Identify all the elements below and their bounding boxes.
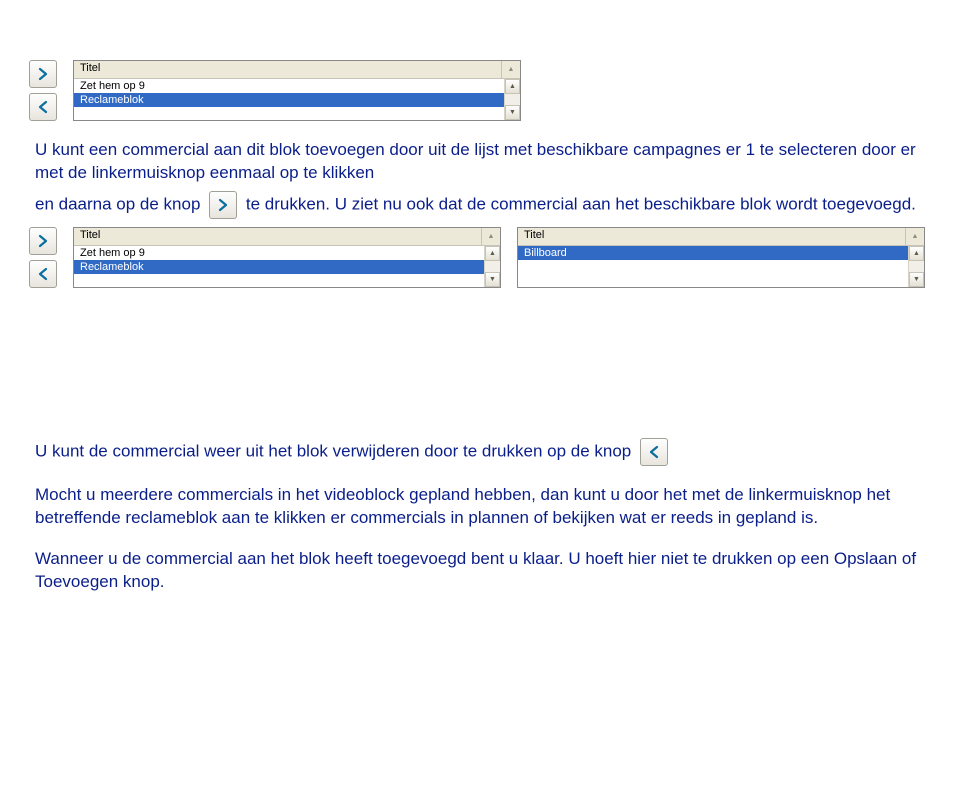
move-right-button[interactable]: [29, 60, 57, 88]
listblock-left: Titel ▲ Zet hem op 9 Reclameblok ▲ ▼: [29, 227, 501, 288]
paragraph-3: Mocht u meerdere commercials in het vide…: [35, 484, 925, 530]
listbox-rows[interactable]: Billboard: [518, 246, 908, 287]
scroll-up-button[interactable]: ▲: [485, 246, 500, 261]
scrollbar[interactable]: ▲ ▼: [484, 246, 500, 287]
arrow-column: [29, 60, 65, 121]
listbox-body: Zet hem op 9 Reclameblok ▲ ▼: [74, 246, 500, 287]
scroll-up-button[interactable]: ▲: [505, 79, 520, 94]
two-list-row: Titel ▲ Zet hem op 9 Reclameblok ▲ ▼: [29, 227, 925, 288]
move-left-button[interactable]: [29, 260, 57, 288]
paragraph-1a: U kunt een commercial aan dit blok toevo…: [35, 139, 925, 185]
move-left-button[interactable]: [29, 93, 57, 121]
scroll-down-button[interactable]: ▼: [485, 272, 500, 287]
listbox-right[interactable]: Titel ▲ Billboard ▲ ▼: [517, 227, 925, 288]
sort-asc-icon: ▲: [482, 228, 500, 245]
list-item[interactable]: Zet hem op 9: [74, 79, 504, 93]
listbox-rows[interactable]: Zet hem op 9 Reclameblok: [74, 79, 504, 120]
text-before-icon: U kunt de commercial weer uit het blok v…: [35, 441, 631, 460]
listblock-available: Titel ▲ Zet hem op 9 Reclameblok ▲ ▼: [29, 60, 925, 121]
listbox-body: Billboard ▲ ▼: [518, 246, 924, 287]
scroll-down-button[interactable]: ▼: [505, 105, 520, 120]
paragraph-4: Wanneer u de commercial aan het blok hee…: [35, 548, 925, 594]
column-header-titel[interactable]: Titel: [74, 228, 482, 245]
column-header-titel[interactable]: Titel: [518, 228, 906, 245]
list-item[interactable]: Zet hem op 9: [74, 246, 484, 260]
list-item[interactable]: Reclameblok: [74, 93, 504, 107]
column-header-titel[interactable]: Titel: [74, 61, 502, 78]
scroll-up-button[interactable]: ▲: [909, 246, 924, 261]
sort-asc-icon: ▲: [906, 228, 924, 245]
list-item[interactable]: Reclameblok: [74, 260, 484, 274]
scrollbar[interactable]: ▲ ▼: [908, 246, 924, 287]
move-right-button[interactable]: [29, 227, 57, 255]
paragraph-1b: en daarna op de knop te drukken. U ziet …: [35, 191, 925, 219]
scrollbar[interactable]: ▲ ▼: [504, 79, 520, 120]
move-right-button-inline[interactable]: [209, 191, 237, 219]
listbox-body: Zet hem op 9 Reclameblok ▲ ▼: [74, 79, 520, 120]
listbox-rows[interactable]: Zet hem op 9 Reclameblok: [74, 246, 484, 287]
text-before-icon: en daarna op de knop: [35, 194, 200, 213]
arrow-column: [29, 227, 65, 288]
sort-asc-icon: ▲: [502, 61, 520, 78]
document-page: Titel ▲ Zet hem op 9 Reclameblok ▲ ▼ U k…: [0, 0, 960, 635]
text-after-icon: te drukken. U ziet nu ook dat de commerc…: [246, 194, 916, 213]
listbox-header[interactable]: Titel ▲: [518, 228, 924, 246]
listbox-left[interactable]: Titel ▲ Zet hem op 9 Reclameblok ▲ ▼: [73, 227, 501, 288]
move-left-button-inline[interactable]: [640, 438, 668, 466]
scroll-down-button[interactable]: ▼: [909, 272, 924, 287]
listbox-available[interactable]: Titel ▲ Zet hem op 9 Reclameblok ▲ ▼: [73, 60, 521, 121]
listbox-header[interactable]: Titel ▲: [74, 61, 520, 79]
listbox-header[interactable]: Titel ▲: [74, 228, 500, 246]
paragraph-2: U kunt de commercial weer uit het blok v…: [35, 438, 925, 466]
list-item[interactable]: Billboard: [518, 246, 908, 260]
